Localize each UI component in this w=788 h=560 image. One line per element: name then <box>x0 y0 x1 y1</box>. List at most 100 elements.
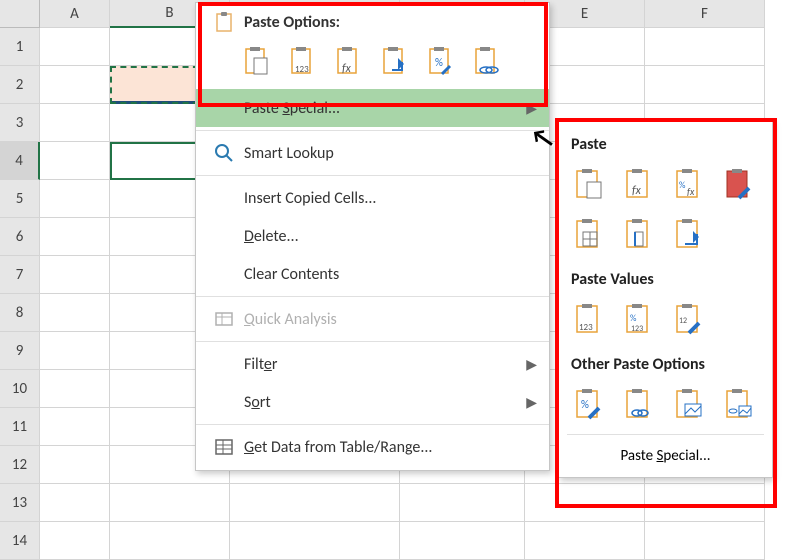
svg-text:123: 123 <box>631 324 643 334</box>
row-header-9[interactable]: 9 <box>0 332 40 370</box>
row-header-6[interactable]: 6 <box>0 218 40 256</box>
delete-label: Delete... <box>240 227 537 246</box>
context-menu: Paste Options: 123 fx % Paste Special...… <box>195 2 550 471</box>
cell-a3[interactable] <box>40 104 110 142</box>
cell-e14[interactable] <box>525 522 645 560</box>
sub-paste-formatting-only-icon[interactable]: % <box>569 384 609 424</box>
filter-label: Filter <box>240 355 526 374</box>
cell-f2[interactable] <box>645 66 765 104</box>
cell-a12[interactable] <box>40 446 110 484</box>
sub-paste-all-icon[interactable] <box>569 164 609 204</box>
cell-c14[interactable] <box>230 522 400 560</box>
sub-paste-column-widths-icon[interactable] <box>619 214 659 254</box>
cell-a13[interactable] <box>40 484 110 522</box>
cell-f1[interactable] <box>645 28 765 66</box>
clipboard-icon <box>208 11 240 33</box>
sub-paste-no-borders-icon[interactable] <box>569 214 609 254</box>
row-header-8[interactable]: 8 <box>0 294 40 332</box>
cell-a5[interactable] <box>40 180 110 218</box>
paste-transpose-icon[interactable] <box>378 43 412 79</box>
smart-lookup-label: Smart Lookup <box>240 144 537 163</box>
col-header-f[interactable]: F <box>645 0 765 28</box>
menu-paste-special[interactable]: Paste Special... ▶ <box>196 89 549 127</box>
cell-a2[interactable] <box>40 66 110 104</box>
cell-a14[interactable] <box>40 522 110 560</box>
sub-paste-values-source-icon[interactable]: 12 <box>669 299 709 339</box>
sub-paste-formulas-icon[interactable]: fx <box>619 164 659 204</box>
quick-analysis-icon <box>208 309 240 329</box>
sub-paste-linked-picture-icon[interactable] <box>719 384 759 424</box>
submenu-arrow-icon: ▶ <box>526 394 537 411</box>
svg-text:123: 123 <box>295 64 309 75</box>
cell-a4[interactable] <box>40 142 110 180</box>
separator <box>196 175 549 176</box>
row-header-7[interactable]: 7 <box>0 256 40 294</box>
paste-options-header: Paste Options: <box>196 7 549 37</box>
menu-filter[interactable]: Filter ▶ <box>196 345 549 383</box>
svg-text:%: % <box>581 398 589 411</box>
sub-paste-values-icon[interactable]: 123 <box>569 299 609 339</box>
submenu-paste-values-header: Paste Values <box>567 262 764 299</box>
sub-paste-keep-source-icon[interactable] <box>719 164 759 204</box>
cell-b13[interactable] <box>110 484 230 522</box>
row-header-10[interactable]: 10 <box>0 370 40 408</box>
svg-text:%: % <box>630 313 637 324</box>
row-header-2[interactable]: 2 <box>0 66 40 104</box>
submenu-other-header: Other Paste Options <box>567 347 764 384</box>
select-all-corner[interactable] <box>0 0 40 28</box>
cell-a8[interactable] <box>40 294 110 332</box>
paste-all-icon[interactable] <box>240 43 274 79</box>
row-header-14[interactable]: 14 <box>0 522 40 560</box>
separator <box>567 434 764 435</box>
row-header-4[interactable]: 4 <box>0 142 40 180</box>
sort-label: Sort <box>240 393 526 412</box>
cell-c13[interactable] <box>230 484 400 522</box>
row-header-13[interactable]: 13 <box>0 484 40 522</box>
svg-text:%: % <box>679 180 686 191</box>
row-header-5[interactable]: 5 <box>0 180 40 218</box>
cell-a7[interactable] <box>40 256 110 294</box>
row-header-3[interactable]: 3 <box>0 104 40 142</box>
cell-a11[interactable] <box>40 408 110 446</box>
cell-e13[interactable] <box>525 484 645 522</box>
col-header-a[interactable]: A <box>40 0 110 28</box>
paste-special-label: Paste Special... <box>240 99 526 118</box>
cell-a10[interactable] <box>40 370 110 408</box>
insert-copied-cells-label: Insert Copied Cells... <box>240 189 537 208</box>
row-header-1[interactable]: 1 <box>0 28 40 66</box>
cell-a9[interactable] <box>40 332 110 370</box>
menu-smart-lookup[interactable]: Smart Lookup <box>196 134 549 172</box>
submenu-paste-special-link[interactable]: Paste Special... <box>567 437 764 471</box>
search-icon <box>208 143 240 163</box>
sub-paste-link-icon[interactable] <box>619 384 659 424</box>
sub-paste-picture-icon[interactable] <box>669 384 709 424</box>
clear-contents-label: Clear Contents <box>240 265 537 284</box>
separator <box>196 341 549 342</box>
cell-d14[interactable] <box>400 522 525 560</box>
cell-f13[interactable] <box>645 484 765 522</box>
submenu-arrow-icon: ▶ <box>526 100 537 117</box>
paste-link-icon[interactable] <box>470 43 504 79</box>
svg-text:123: 123 <box>579 322 593 333</box>
menu-insert-copied-cells[interactable]: Insert Copied Cells... <box>196 179 549 217</box>
sub-paste-formulas-formatting-icon[interactable]: %fx <box>669 164 709 204</box>
menu-sort[interactable]: Sort ▶ <box>196 383 549 421</box>
cell-f14[interactable] <box>645 522 765 560</box>
paste-formulas-icon[interactable]: fx <box>332 43 366 79</box>
separator <box>196 296 549 297</box>
menu-get-data[interactable]: Get Data from Table/Range... <box>196 428 549 466</box>
cell-d13[interactable] <box>400 484 525 522</box>
menu-quick-analysis: Quick Analysis <box>196 300 549 338</box>
sub-paste-values-formatting-icon[interactable]: %123 <box>619 299 659 339</box>
row-header-12[interactable]: 12 <box>0 446 40 484</box>
cell-b14[interactable] <box>110 522 230 560</box>
paste-values-icon[interactable]: 123 <box>286 43 320 79</box>
cell-a6[interactable] <box>40 218 110 256</box>
menu-delete[interactable]: Delete... <box>196 217 549 255</box>
cell-a1[interactable] <box>40 28 110 66</box>
sub-paste-transpose-icon[interactable] <box>669 214 709 254</box>
menu-clear-contents[interactable]: Clear Contents <box>196 255 549 293</box>
separator <box>196 130 549 131</box>
row-header-11[interactable]: 11 <box>0 408 40 446</box>
paste-formatting-icon[interactable]: % <box>424 43 458 79</box>
